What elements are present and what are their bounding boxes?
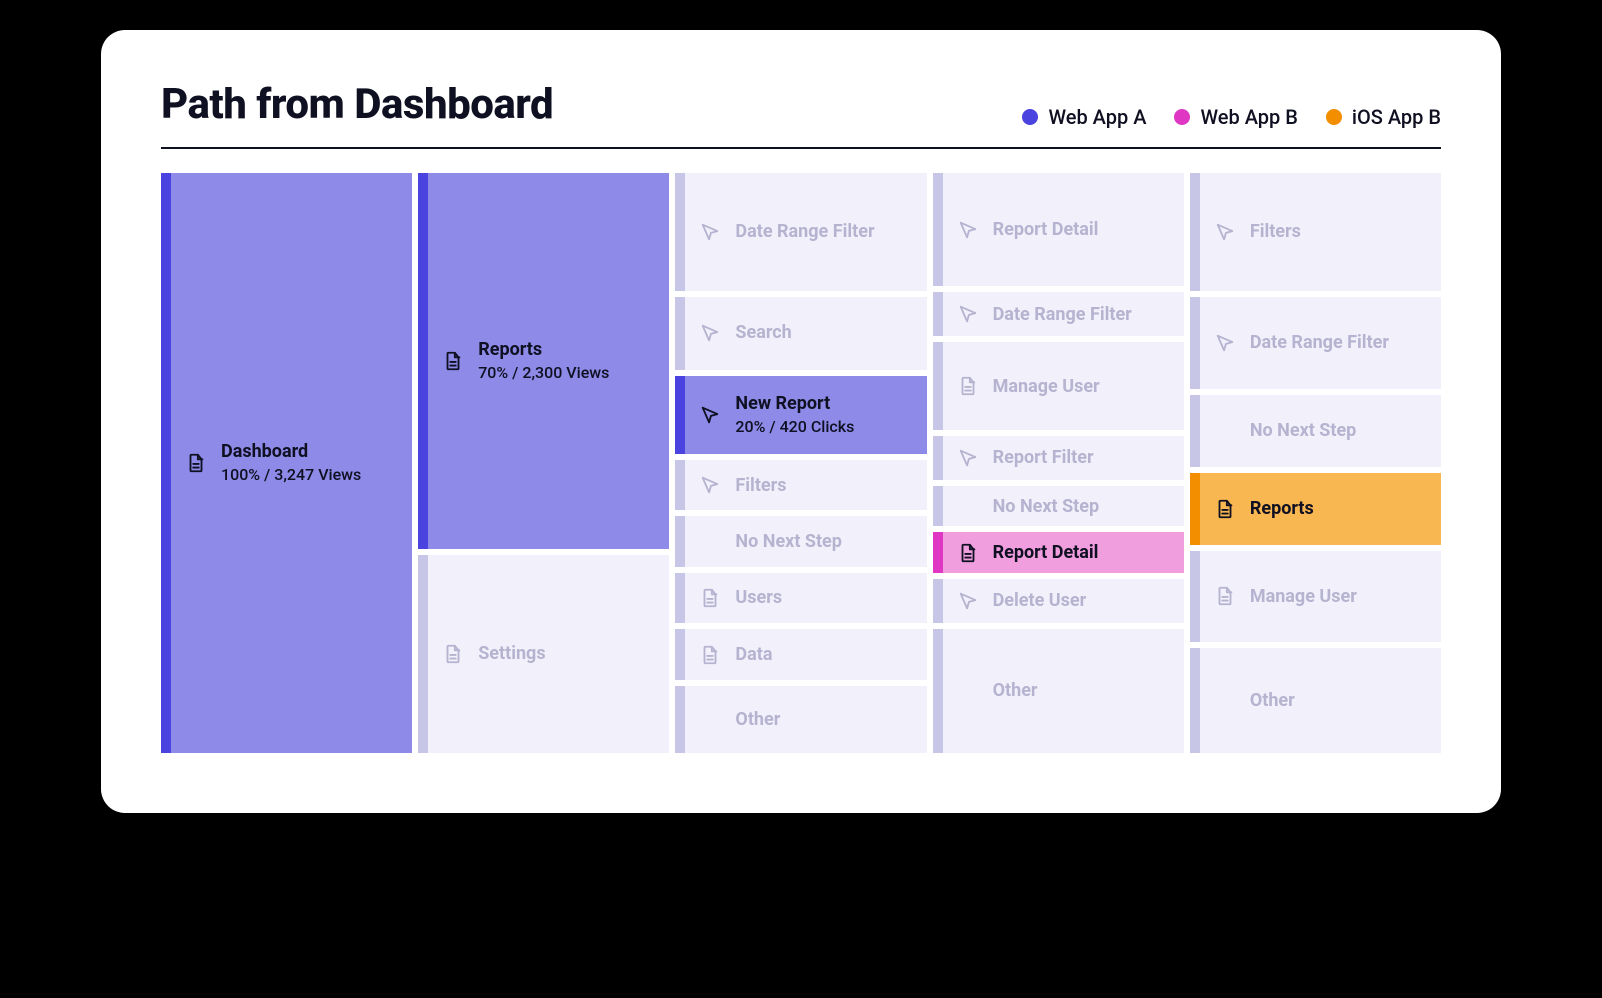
path-node[interactable]: Data xyxy=(675,629,926,679)
path-node[interactable]: Delete User xyxy=(933,579,1184,623)
path-node[interactable]: Reports70% / 2,300 Views xyxy=(418,173,669,549)
legend-item-webapp-b[interactable]: Web App B xyxy=(1174,105,1297,129)
cursor-icon xyxy=(699,474,721,496)
legend-item-ios-app-b[interactable]: iOS App B xyxy=(1326,105,1441,129)
path-node-label: Manage User xyxy=(993,375,1100,398)
doc-icon xyxy=(1214,585,1236,607)
path-node-label: Reports xyxy=(1250,497,1314,520)
doc-icon xyxy=(699,644,721,666)
cursor-icon xyxy=(957,303,979,325)
cursor-icon xyxy=(699,404,721,426)
path-node[interactable]: Date Range Filter xyxy=(1190,297,1441,389)
path-node[interactable]: Other xyxy=(933,629,1184,753)
doc-icon xyxy=(957,375,979,397)
legend-dot xyxy=(1174,109,1190,125)
legend-dot xyxy=(1326,109,1342,125)
path-node[interactable]: Reports xyxy=(1190,473,1441,545)
chart-card: Path from Dashboard Web App A Web App B … xyxy=(101,30,1501,813)
path-node-label: No Next Step xyxy=(735,530,842,553)
path-node[interactable]: Other xyxy=(675,686,926,753)
path-column: Date Range Filter Search New Report20% / 4… xyxy=(675,173,926,753)
path-node[interactable]: No Next Step xyxy=(675,516,926,566)
path-node-label: Dashboard100% / 3,247 Views xyxy=(221,440,361,486)
path-node[interactable]: Dashboard100% / 3,247 Views xyxy=(161,173,412,753)
path-node-label: Report Filter xyxy=(993,446,1094,469)
cursor-icon xyxy=(957,447,979,469)
path-node[interactable]: Manage User xyxy=(1190,551,1441,643)
path-column: Dashboard100% / 3,247 Views xyxy=(161,173,412,753)
path-node-sublabel: 100% / 3,247 Views xyxy=(221,465,361,486)
path-node-label: Date Range Filter xyxy=(735,220,874,243)
path-node-label: Settings xyxy=(478,642,545,665)
path-node[interactable]: Report Detail xyxy=(933,173,1184,286)
cursor-icon xyxy=(699,322,721,344)
path-node-label: Reports70% / 2,300 Views xyxy=(478,338,609,384)
path-node-label: Data xyxy=(735,643,772,666)
path-node[interactable]: Report Filter xyxy=(933,436,1184,480)
path-node[interactable]: No Next Step xyxy=(1190,395,1441,467)
path-node[interactable]: Filters xyxy=(675,460,926,510)
path-node[interactable]: No Next Step xyxy=(933,486,1184,526)
path-node-label: Users xyxy=(735,586,782,609)
legend-label: Web App A xyxy=(1048,105,1146,129)
path-node[interactable]: Search xyxy=(675,297,926,370)
path-node-label: Filters xyxy=(1250,220,1301,243)
legend-label: Web App B xyxy=(1200,105,1297,129)
path-node[interactable]: Date Range Filter xyxy=(675,173,926,291)
path-node[interactable]: Report Detail xyxy=(933,532,1184,572)
path-column: Filters Date Range Filter No Next Step Repo… xyxy=(1190,173,1441,753)
path-node[interactable]: Date Range Filter xyxy=(933,292,1184,336)
path-node-label: Date Range Filter xyxy=(993,303,1132,326)
legend-item-webapp-a[interactable]: Web App A xyxy=(1022,105,1146,129)
path-node-sublabel: 20% / 420 Clicks xyxy=(735,417,854,438)
doc-icon xyxy=(442,643,464,665)
doc-icon xyxy=(185,452,207,474)
header: Path from Dashboard Web App A Web App B … xyxy=(161,80,1441,149)
path-node-label: Report Detail xyxy=(993,218,1099,241)
path-node-label: Other xyxy=(1250,689,1295,712)
path-node-sublabel: 70% / 2,300 Views xyxy=(478,363,609,384)
path-node[interactable]: Filters xyxy=(1190,173,1441,291)
path-node[interactable]: Users xyxy=(675,573,926,623)
path-node[interactable]: Other xyxy=(1190,648,1441,753)
path-node-label: Other xyxy=(735,708,780,731)
path-node-label: Date Range Filter xyxy=(1250,331,1389,354)
path-node-label: Other xyxy=(993,679,1038,702)
legend-label: iOS App B xyxy=(1352,105,1441,129)
doc-icon xyxy=(699,587,721,609)
path-node-label: No Next Step xyxy=(1250,419,1357,442)
path-node-label: New Report20% / 420 Clicks xyxy=(735,392,854,438)
doc-icon xyxy=(442,350,464,372)
doc-icon xyxy=(957,542,979,564)
cursor-icon xyxy=(699,221,721,243)
legend: Web App A Web App B iOS App B xyxy=(1022,105,1441,129)
path-node-label: Search xyxy=(735,321,791,344)
path-column: Report Detail Date Range Filter Manage Use… xyxy=(933,173,1184,753)
legend-dot xyxy=(1022,109,1038,125)
cursor-icon xyxy=(1214,221,1236,243)
path-node-label: Filters xyxy=(735,474,786,497)
cursor-icon xyxy=(1214,332,1236,354)
path-node[interactable]: Settings xyxy=(418,555,669,753)
path-node-label: Manage User xyxy=(1250,585,1357,608)
path-chart: Dashboard100% / 3,247 ViewsReports70% / … xyxy=(161,173,1441,753)
path-node-label: Report Detail xyxy=(993,541,1099,564)
page-title: Path from Dashboard xyxy=(161,80,553,129)
path-node[interactable]: Manage User xyxy=(933,342,1184,430)
cursor-icon xyxy=(957,219,979,241)
path-node-label: No Next Step xyxy=(993,495,1100,518)
path-column: Reports70% / 2,300 Views Settings xyxy=(418,173,669,753)
path-node-label: Delete User xyxy=(993,589,1087,612)
path-node[interactable]: New Report20% / 420 Clicks xyxy=(675,376,926,454)
doc-icon xyxy=(1214,498,1236,520)
cursor-icon xyxy=(957,590,979,612)
